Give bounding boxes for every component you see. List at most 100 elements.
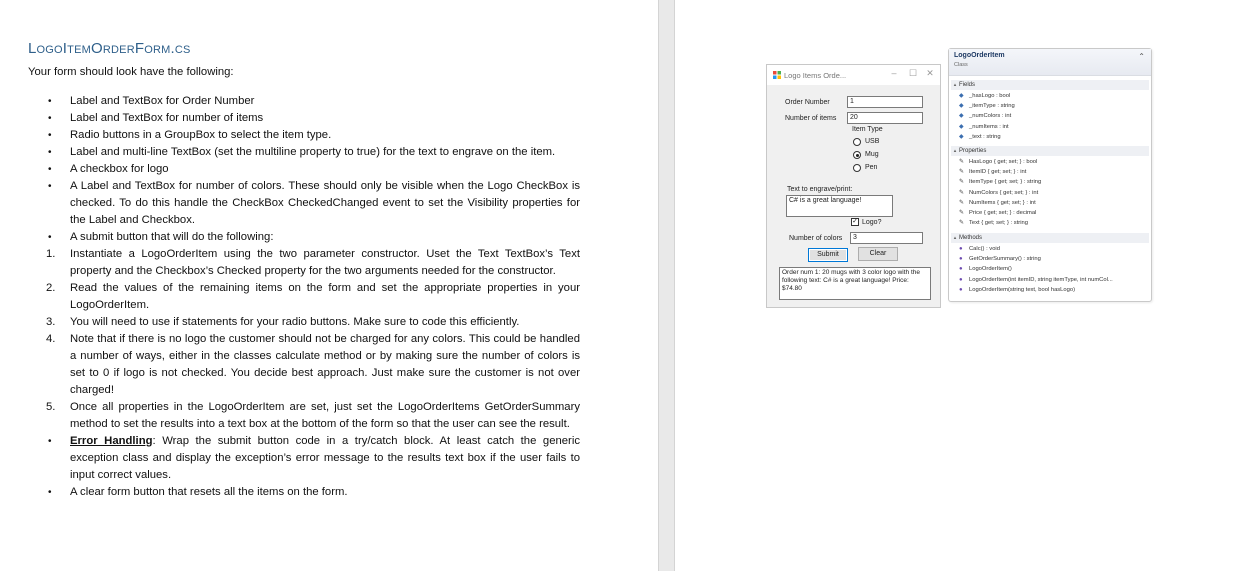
method-text: LogoOrderItem(int itemID, string itemTyp…	[969, 276, 1113, 283]
list-item: • A Label and TextBox for number of color…	[28, 178, 580, 229]
requirements-list: • Label and TextBox for Order Number • Labe…	[28, 93, 580, 501]
field-text: _numColors : int	[969, 113, 1012, 120]
field-icon: ◆	[959, 113, 964, 120]
field-icon: ◆	[959, 123, 964, 130]
list-item-text: Label and TextBox for Order Number	[70, 95, 255, 107]
fields-section-header[interactable]: ▴ Fields	[951, 80, 1149, 90]
engrave-textarea[interactable]: C# is a great language!	[786, 195, 893, 217]
bullet-marker: •	[48, 164, 52, 175]
property-text: NumColors { get; set; } : int	[969, 189, 1039, 196]
property-row[interactable]: ✎ Price { get; set; } : decimal	[959, 209, 1149, 217]
radio-mug[interactable]	[853, 151, 861, 159]
class-name: LogoOrderItem	[954, 52, 1005, 59]
method-icon: ●	[959, 286, 963, 293]
properties-section-header[interactable]: ▴ Properties	[951, 146, 1149, 156]
property-text: Price { get; set; } : decimal	[969, 210, 1037, 216]
list-item-text: Once all properties in the LogoOrderItem…	[70, 401, 580, 430]
close-icon[interactable]: ✕	[924, 68, 936, 79]
bullet-marker: •	[48, 436, 52, 447]
method-row[interactable]: ● LogoOrderItem(string text, bool hasLogo…	[959, 286, 1149, 294]
clear-button[interactable]: Clear	[858, 247, 898, 261]
error-handling-label: Error Handling	[70, 435, 153, 447]
method-row[interactable]: ● LogoOrderItem()	[959, 265, 1149, 273]
property-icon: ✎	[959, 169, 965, 176]
field-row[interactable]: ◆ _text : string	[959, 133, 1149, 141]
list-item: • Radio buttons in a GroupBox to select t…	[28, 127, 580, 144]
collapse-icon[interactable]: ⌃	[1138, 52, 1145, 61]
document-page: LogoItemOrderForm.cs Your form should lo…	[28, 40, 580, 501]
colors-input[interactable]: 3	[850, 232, 923, 244]
window-title: Logo Items Orde...	[784, 71, 847, 80]
property-row[interactable]: ✎ NumItems { get; set; } : int	[959, 199, 1149, 207]
method-icon: ●	[959, 246, 963, 252]
intro-paragraph: Your form should look have the following…	[28, 66, 234, 78]
radio-usb-label: USB	[865, 138, 880, 145]
expand-icon: ▴	[953, 235, 957, 241]
list-item-text: A checkbox for logo	[70, 163, 169, 175]
property-row[interactable]: ✎ NumColors { get; set; } : int	[959, 189, 1149, 197]
class-kind: Class	[954, 62, 968, 68]
method-text: LogoOrderItem(string text, bool hasLogo)	[969, 286, 1076, 293]
maximize-icon[interactable]: ☐	[907, 68, 919, 79]
field-row[interactable]: ◆ _itemType : string	[959, 102, 1149, 110]
property-row[interactable]: ✎ Text { get; set; } : string	[959, 219, 1149, 227]
field-icon: ◆	[959, 103, 964, 110]
methods-section-header[interactable]: ▴ Methods	[951, 233, 1149, 243]
list-item: • Label and multi-line TextBox (set the m…	[28, 144, 580, 161]
method-text: Calc() : void	[969, 246, 1000, 252]
colors-label: Number of colors	[789, 235, 843, 242]
property-row[interactable]: ✎ ItemType { get; set; } : string	[959, 178, 1149, 186]
property-icon: ✎	[959, 179, 965, 186]
list-item-text: Note that if there is no logo the custom…	[70, 333, 580, 396]
method-row[interactable]: ● LogoOrderItem(int itemID, string itemTy…	[959, 276, 1149, 284]
item-type-group-label: Item Type	[852, 126, 883, 133]
number-items-input[interactable]: 20	[847, 112, 923, 124]
expand-icon: ▴	[953, 82, 957, 88]
list-item: 3. You will need to use if statements for…	[28, 314, 580, 331]
property-icon: ✎	[959, 220, 965, 227]
field-row[interactable]: ◆ _hasLogo : bool	[959, 92, 1149, 100]
list-item: • Label and TextBox for Order Number	[28, 93, 580, 110]
field-icon: ◆	[959, 133, 964, 140]
method-row[interactable]: ● GetOrderSummary() : string	[959, 255, 1149, 263]
property-text: Text { get; set; } : string	[969, 220, 1028, 227]
list-item: • Label and TextBox for number of items	[28, 110, 580, 127]
method-text: GetOrderSummary() : string	[969, 256, 1041, 263]
engrave-label: Text to engrave/print:	[787, 186, 853, 193]
property-icon: ✎	[959, 199, 965, 206]
bullet-marker: •	[48, 130, 52, 141]
bullet-marker: •	[48, 96, 52, 107]
field-text: _hasLogo : bool	[969, 93, 1011, 99]
method-text: LogoOrderItem()	[969, 266, 1012, 273]
radio-pen[interactable]	[853, 164, 861, 172]
number-marker: 4.	[46, 333, 56, 345]
property-icon: ✎	[959, 210, 965, 216]
list-item: 2. Read the values of the remaining items…	[28, 280, 580, 314]
property-text: HasLogo { get; set; } : bool	[969, 159, 1038, 165]
field-text: _text : string	[969, 133, 1001, 140]
minimize-icon[interactable]: –	[888, 68, 900, 78]
method-row[interactable]: ● Calc() : void	[959, 245, 1149, 253]
list-item-text: You will need to use if statements for y…	[70, 316, 520, 328]
property-text: ItemID { get; set; } : int	[969, 169, 1027, 176]
order-number-input[interactable]: 1	[847, 96, 923, 108]
bullet-marker: •	[48, 232, 52, 243]
property-row[interactable]: ✎ ItemID { get; set; } : int	[959, 168, 1149, 176]
property-icon: ✎	[959, 189, 965, 196]
property-text: NumItems { get; set; } : int	[969, 199, 1036, 206]
property-row[interactable]: ✎ HasLogo { get; set; } : bool	[959, 158, 1149, 166]
list-item-text: Label and multi-line TextBox (set the mu…	[70, 146, 556, 158]
number-marker: 3.	[46, 316, 56, 328]
logo-checkbox-label: Logo?	[862, 219, 882, 226]
field-row[interactable]: ◆ _numColors : int	[959, 112, 1149, 120]
field-text: _numItems : int	[969, 123, 1009, 130]
bullet-marker: •	[48, 147, 52, 158]
logo-checkbox[interactable]: ✓	[851, 218, 859, 226]
list-item-text: Instantiate a LogoOrderItem using the tw…	[70, 248, 580, 277]
radio-usb[interactable]	[853, 138, 861, 146]
number-marker: 1.	[46, 248, 56, 260]
list-item: 4. Note that if there is no logo the cust…	[28, 331, 580, 399]
field-row[interactable]: ◆ _numItems : int	[959, 123, 1149, 131]
submit-button[interactable]: Submit	[808, 248, 848, 262]
result-textbox[interactable]: Order num 1: 20 mugs with 3 color logo w…	[779, 267, 931, 300]
